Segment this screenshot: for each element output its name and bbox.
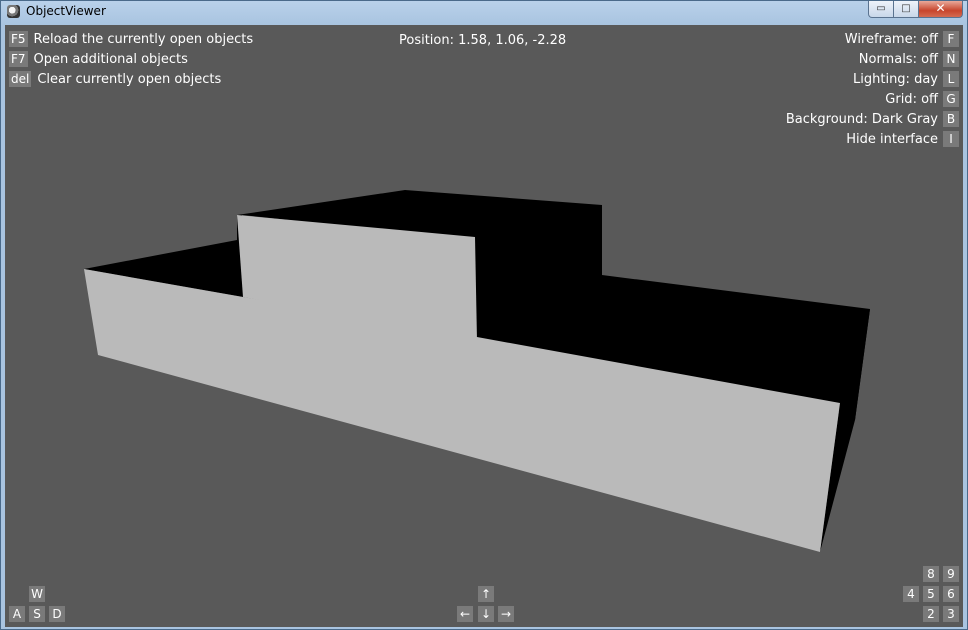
close-button[interactable]: ✕ bbox=[919, 1, 963, 18]
key-n[interactable]: N bbox=[943, 51, 959, 67]
numpad-4-key[interactable]: 4 bbox=[903, 586, 919, 602]
toggle-hide-interface[interactable]: Hide interface I bbox=[846, 131, 959, 147]
arrow-up-key[interactable]: ↑ bbox=[478, 586, 494, 602]
app-icon bbox=[7, 5, 20, 18]
toggle-label: Lighting: day bbox=[853, 71, 938, 87]
toggle-background[interactable]: Background: Dark Gray B bbox=[786, 111, 959, 127]
toggle-label: Normals: off bbox=[858, 51, 938, 67]
numpad-8-key[interactable]: 8 bbox=[923, 566, 939, 582]
key-f7[interactable]: F7 bbox=[9, 51, 28, 67]
command-label: Clear currently open objects bbox=[37, 71, 222, 87]
command-open[interactable]: F7 Open additional objects bbox=[9, 51, 188, 67]
title-bar[interactable]: ObjectViewer ▭ □ ✕ bbox=[1, 1, 967, 23]
toggle-normals[interactable]: Normals: off N bbox=[859, 51, 959, 67]
key-d[interactable]: D bbox=[49, 606, 65, 622]
command-clear[interactable]: del Clear currently open objects bbox=[9, 71, 221, 87]
3d-viewport[interactable]: F5 Reload the currently open objects F7 … bbox=[5, 25, 963, 627]
numpad-6-key[interactable]: 6 bbox=[943, 586, 959, 602]
key-i[interactable]: I bbox=[943, 131, 959, 147]
toggle-grid[interactable]: Grid: off G bbox=[885, 91, 959, 107]
toggle-lighting[interactable]: Lighting: day L bbox=[853, 71, 959, 87]
app-window: ObjectViewer ▭ □ ✕ F5 Reload the current… bbox=[0, 0, 968, 630]
command-label: Reload the currently open objects bbox=[33, 31, 254, 47]
toggle-label: Hide interface bbox=[846, 131, 938, 147]
minimize-button[interactable]: ▭ bbox=[868, 1, 894, 18]
toggle-label: Grid: off bbox=[885, 91, 938, 107]
key-l[interactable]: L bbox=[943, 71, 959, 87]
window-title: ObjectViewer bbox=[26, 4, 106, 18]
arrow-down-key[interactable]: ↓ bbox=[478, 606, 494, 622]
maximize-button[interactable]: □ bbox=[894, 1, 919, 18]
toggle-label: Wireframe: off bbox=[844, 31, 938, 47]
key-b[interactable]: B bbox=[943, 111, 959, 127]
command-reload[interactable]: F5 Reload the currently open objects bbox=[9, 31, 253, 47]
numpad-3-key[interactable]: 3 bbox=[943, 606, 959, 622]
key-f5[interactable]: F5 bbox=[9, 31, 28, 47]
toggle-label: Background: Dark Gray bbox=[785, 111, 938, 127]
key-f[interactable]: F bbox=[943, 31, 959, 47]
command-label: Open additional objects bbox=[33, 51, 188, 67]
key-s[interactable]: S bbox=[29, 606, 45, 622]
arrow-left-key[interactable]: ← bbox=[457, 606, 473, 622]
numpad-2-key[interactable]: 2 bbox=[923, 606, 939, 622]
toggle-wireframe[interactable]: Wireframe: off F bbox=[845, 31, 959, 47]
numpad-5-key[interactable]: 5 bbox=[923, 586, 939, 602]
key-w[interactable]: W bbox=[29, 586, 45, 602]
position-readout: Position: 1.58, 1.06, -2.28 bbox=[399, 33, 567, 48]
key-g[interactable]: G bbox=[943, 91, 959, 107]
arrow-right-key[interactable]: → bbox=[498, 606, 514, 622]
key-a[interactable]: A bbox=[9, 606, 25, 622]
key-del[interactable]: del bbox=[9, 71, 32, 87]
window-controls: ▭ □ ✕ bbox=[868, 1, 963, 18]
numpad-9-key[interactable]: 9 bbox=[943, 566, 959, 582]
